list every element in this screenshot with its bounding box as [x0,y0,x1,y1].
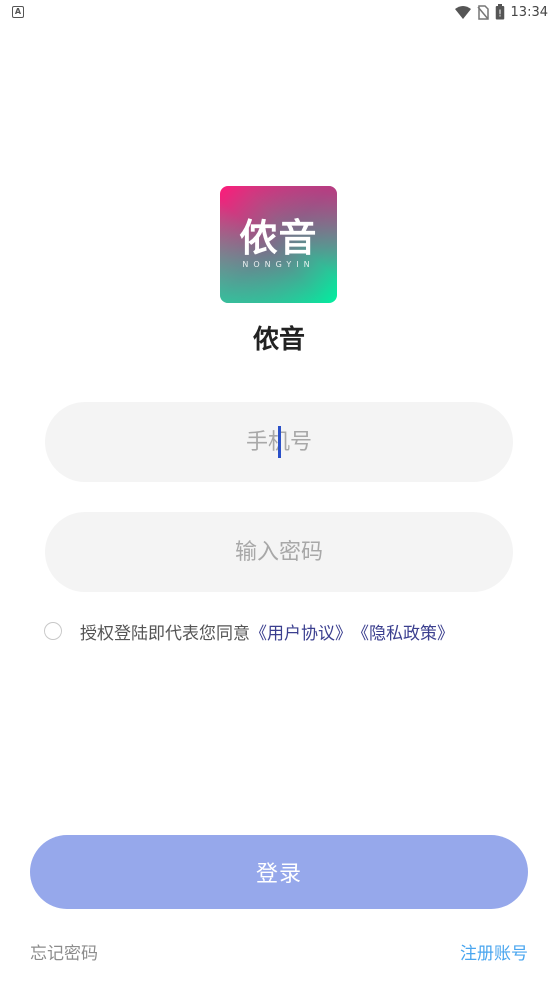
register-account-link[interactable]: 注册账号 [460,939,528,964]
wifi-icon [454,5,471,19]
app-title: 侬音 [252,325,305,355]
text-caret [278,426,281,458]
agreement-text: 授权登陆即代表您同意 [80,623,250,644]
agreement-row: 授权登陆即代表您同意 《用户协议》 《隐私政策》 [44,618,454,644]
user-agreement-link[interactable]: 《用户协议》 [250,619,352,644]
agreement-checkbox[interactable] [44,622,62,640]
forgot-password-link[interactable]: 忘记密码 [30,939,98,964]
battery-icon: ! [495,4,504,20]
status-left: A [12,6,24,18]
app-logo: 侬音 NONGYIN [220,186,337,303]
login-screen: A ! 13:34 侬音 NONGYIN 侬音 授权 [0,0,558,996]
status-right: ! 13:34 [454,4,548,20]
status-bar: A ! 13:34 [0,0,558,24]
logo-subtext: NONGYIN [242,260,315,269]
svg-text:!: ! [498,9,502,20]
clock: 13:34 [510,4,548,20]
logo-wordmark: 侬音 [239,216,318,260]
login-button[interactable]: 登录 [30,835,528,909]
privacy-policy-link[interactable]: 《隐私政策》 [352,619,454,644]
password-input[interactable] [45,512,513,592]
no-sim-icon [476,4,489,20]
notification-badge-icon: A [12,6,24,18]
